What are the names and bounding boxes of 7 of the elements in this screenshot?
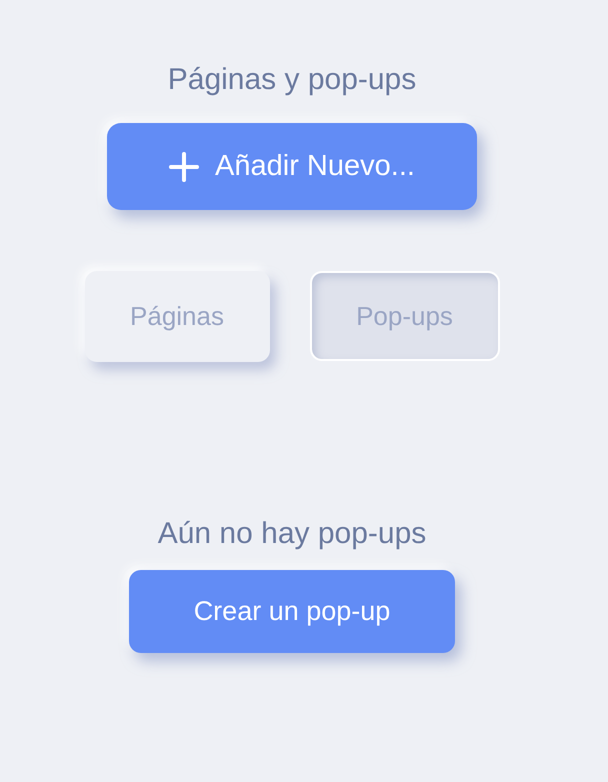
section-title: Páginas y pop-ups <box>168 62 416 98</box>
empty-message: Aún no hay pop-ups <box>158 516 426 552</box>
plus-icon <box>169 152 200 182</box>
create-popup-button[interactable]: Crear un pop-up <box>129 570 455 653</box>
tab[interactable]: Páginas <box>84 271 270 362</box>
tab[interactable]: Pop-ups <box>310 271 500 361</box>
add-new-button[interactable]: Añadir Nuevo... <box>107 123 477 210</box>
